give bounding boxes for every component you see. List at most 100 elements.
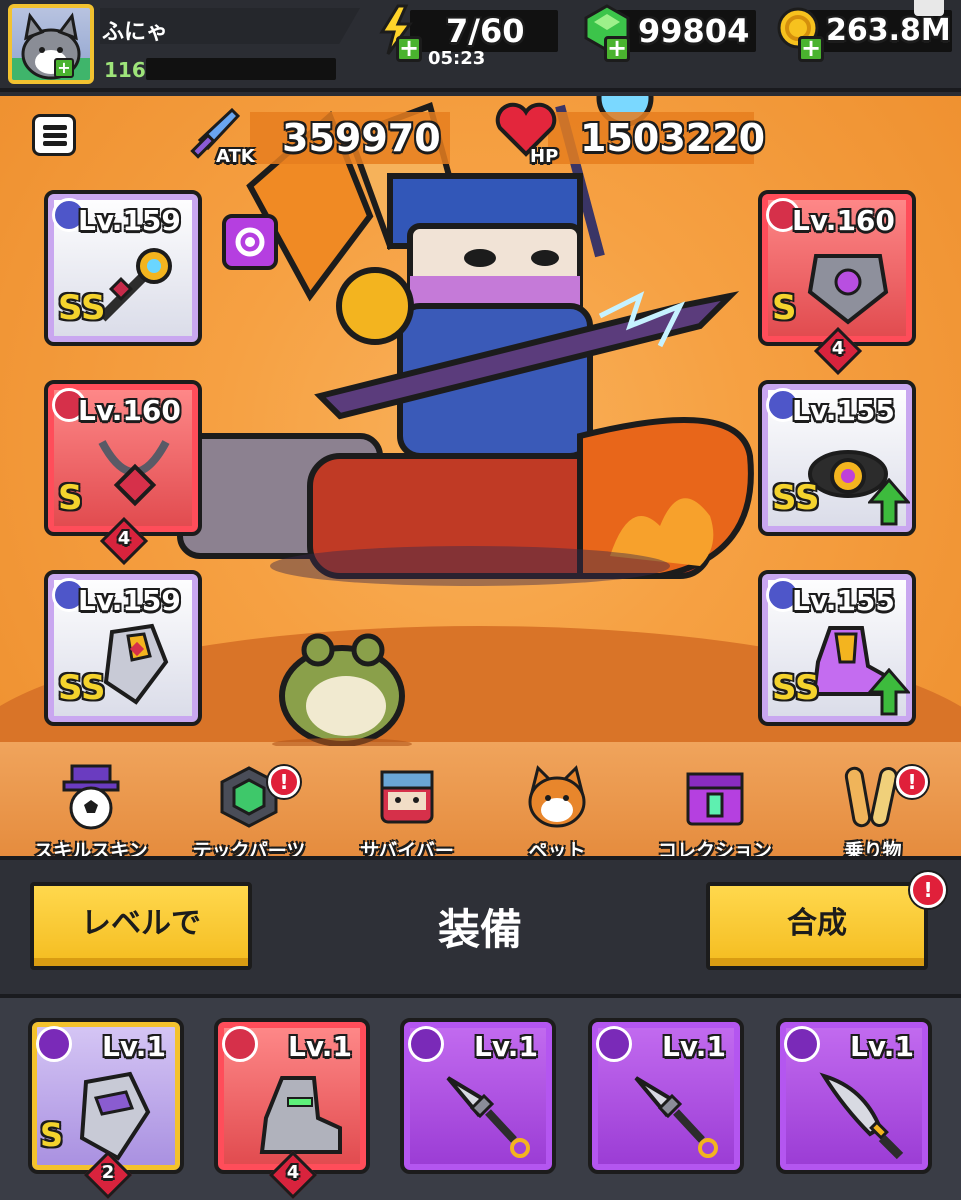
equip-level: Lv.160 (792, 204, 895, 237)
weapon-type-icon (408, 1026, 444, 1062)
vehicle-alert-badge: ! (896, 766, 928, 798)
item-level: Lv.1 (102, 1030, 166, 1063)
crosshair-icon (235, 227, 265, 257)
survivor-head-icon (380, 770, 434, 824)
weapon-type-icon (596, 1026, 632, 1062)
avatar-plus-icon[interactable]: + (54, 58, 74, 78)
category-collection[interactable]: コレクション (640, 764, 790, 856)
merge-button[interactable]: 合成 (706, 882, 928, 970)
category-label: コレクション (657, 840, 772, 856)
coins-plus-button[interactable]: + (798, 36, 824, 62)
mech-boot-icon (259, 1076, 342, 1154)
item-level: Lv.1 (288, 1030, 352, 1063)
equip-grade: S (772, 288, 797, 328)
hero-character-illustration (177, 96, 754, 586)
merge-alert-badge: ! (910, 872, 946, 908)
frog-pet-illustration (272, 633, 412, 746)
equipment-title: 装備 (437, 905, 522, 954)
category-label: サバイバー (360, 840, 454, 856)
category-tech-parts[interactable]: テックパーツ (174, 764, 324, 856)
chain-necklace-icon (98, 440, 170, 507)
category-label: 乗り物 (844, 840, 902, 856)
skill-target-button[interactable] (222, 214, 278, 270)
equip-level: Lv.160 (78, 394, 181, 427)
equip-level: Lv.159 (78, 584, 181, 617)
merge-label: 合成 (787, 906, 847, 941)
weapon-type-icon (784, 1026, 820, 1062)
equip-level: Lv.155 (792, 584, 895, 617)
category-label: テックパーツ (192, 840, 306, 856)
treasure-chest-icon (686, 772, 744, 826)
item-level: Lv.1 (662, 1030, 726, 1063)
equip-slot-boots[interactable]: Lv.155 SS (758, 570, 916, 726)
category-label: ペット (528, 840, 586, 856)
equip-slot-weapon[interactable]: Lv.159 SS (44, 190, 202, 346)
top-bar: + ふにゃ 116 7/60 + 05:23 99804 + 263.8M + (0, 0, 961, 92)
character-arena: 359970 ATK 1503220 HP Lv.159 SS Lv.160 S… (0, 96, 961, 856)
skateboard-icon (844, 766, 898, 828)
tech-parts-alert-badge: ! (268, 766, 300, 798)
equip-slot-belt[interactable]: Lv.155 SS (758, 380, 916, 536)
atk-label: ATK (216, 146, 255, 167)
gems-plus-button[interactable]: + (604, 36, 630, 62)
item-stars: 2 (101, 1162, 115, 1183)
inventory-item-gloves[interactable]: Lv.1 S (28, 1018, 184, 1174)
xp-bar (146, 58, 336, 80)
energy-value: 7/60 (446, 12, 525, 50)
status-battery-icon (914, 0, 944, 16)
menu-list-button[interactable] (32, 114, 76, 156)
hp-value: 1503220 (580, 116, 766, 160)
gems-value: 99804 (638, 12, 750, 50)
equip-slot-gloves[interactable]: Lv.159 SS (44, 570, 202, 726)
energy-timer: 05:23 (428, 48, 486, 69)
machete-icon (819, 1072, 904, 1160)
equip-level: Lv.159 (78, 204, 181, 237)
equip-slot-necklace[interactable]: Lv.160 S (44, 380, 202, 536)
hp-label: HP (530, 146, 559, 167)
cat-avatar-icon (12, 12, 90, 80)
category-label: スキルスキン (34, 840, 148, 856)
equip-grade: SS (58, 668, 106, 708)
inventory-item-kunai[interactable]: Lv.1 (588, 1018, 744, 1174)
upgrade-arrow-icon (868, 668, 910, 716)
gems-box: 99804 (610, 10, 756, 52)
energy-plus-button[interactable]: + (396, 36, 422, 62)
kunai-icon (634, 1076, 718, 1158)
equip-slot-armor[interactable]: Lv.160 S (758, 190, 916, 346)
chest-armor-icon (807, 254, 889, 325)
hp-stat-panel: 1503220 (548, 112, 766, 164)
item-level: Lv.1 (850, 1030, 914, 1063)
boots-type-icon (222, 1026, 258, 1062)
shiba-dog-icon (528, 765, 586, 828)
kunai-icon (446, 1076, 530, 1158)
coins-value: 263.8M (826, 13, 951, 48)
category-skill-skin[interactable]: スキルスキン (16, 764, 166, 856)
inventory-item-machete[interactable]: Lv.1 (776, 1018, 932, 1174)
atk-value: 359970 (282, 116, 441, 160)
equip-grade: SS (772, 668, 820, 708)
atk-stat-panel: 359970 (250, 112, 450, 164)
equip-grade: SS (58, 288, 106, 328)
item-level: Lv.1 (474, 1030, 538, 1063)
energy-box: 7/60 (410, 10, 558, 52)
upgrade-arrow-icon (868, 478, 910, 526)
silver-gauntlet-icon (79, 1071, 151, 1161)
item-grade: S (40, 1116, 64, 1154)
player-name: ふにゃ (102, 20, 169, 45)
inventory-item-kunai[interactable]: Lv.1 (400, 1018, 556, 1174)
equip-level: Lv.155 (792, 394, 895, 427)
coins-box: 263.8M (806, 10, 952, 52)
equip-stars: 4 (831, 338, 845, 359)
item-stars: 4 (286, 1162, 300, 1183)
player-level: 116 (104, 58, 146, 82)
level-sort-button[interactable]: レベルで (30, 882, 252, 970)
category-survivor[interactable]: サバイバー (332, 764, 482, 856)
equip-grade: S (58, 478, 83, 518)
level-sort-label: レベルで (81, 906, 201, 941)
equip-stars: 4 (117, 528, 131, 549)
equip-grade: SS (772, 478, 820, 518)
soccer-ball-hat-icon (62, 764, 120, 830)
glove-type-icon (36, 1026, 72, 1062)
player-avatar[interactable] (8, 4, 94, 84)
category-pet[interactable]: ペット (482, 764, 632, 856)
